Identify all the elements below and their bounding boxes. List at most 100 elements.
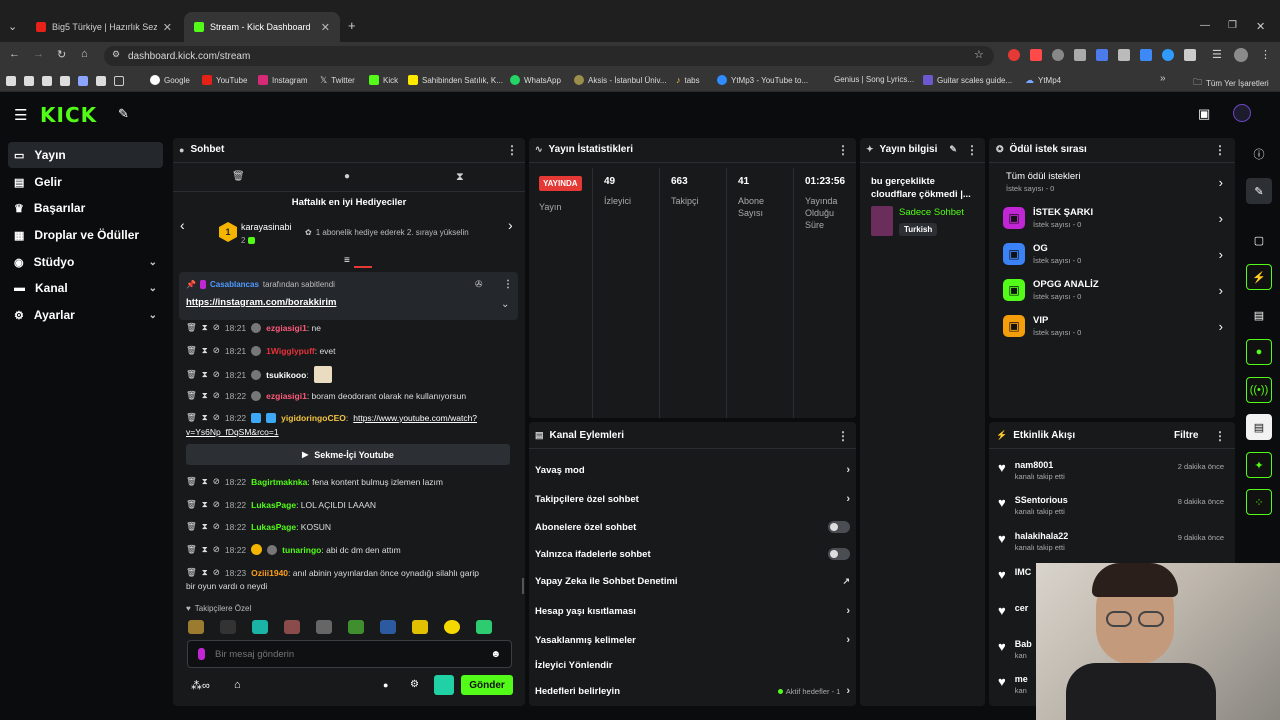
bookmark-kick[interactable]: Kick — [369, 75, 398, 85]
message-user[interactable]: 1Wigglypuff — [266, 346, 315, 356]
emote[interactable] — [220, 620, 236, 634]
bookmark-tabs[interactable]: ♪ tabs — [676, 75, 700, 85]
filter-button[interactable]: Filtre — [1174, 430, 1198, 441]
filter-icon[interactable]: ≡ — [344, 255, 350, 266]
bookmark-ytmp3[interactable]: YtMp3 - YouTube to... — [717, 75, 808, 85]
sidepanel-icon[interactable]: ☰ — [1212, 48, 1222, 61]
bookmark-icon[interactable] — [42, 76, 52, 86]
window-close-icon[interactable]: ✕ — [1256, 20, 1265, 33]
chevron-down-icon[interactable]: ⌄ — [501, 299, 509, 310]
trash-icon[interactable]: 🗑 — [186, 369, 197, 380]
studio-icon[interactable]: ▣ — [1198, 106, 1210, 122]
bookmark-google[interactable]: Google — [150, 75, 190, 85]
send-button[interactable]: Gönder — [461, 675, 513, 695]
ban-icon[interactable]: ⊘ — [213, 412, 220, 423]
bookmark-instagram[interactable]: Instagram — [258, 75, 308, 85]
emote[interactable] — [188, 620, 204, 634]
chat-icon[interactable]: ● — [344, 171, 350, 182]
extensions-puzzle-icon[interactable] — [1184, 49, 1196, 61]
ban-icon[interactable]: ⊘ — [213, 390, 220, 401]
extension-icon[interactable] — [1030, 49, 1042, 61]
action-goals[interactable]: Hedefleri belirleyin Aktif hedefler - 1 › — [535, 685, 850, 697]
pin-icon[interactable]: ✇ — [475, 279, 483, 290]
pinned-by-user[interactable]: Casablancas — [210, 280, 259, 289]
kick-logo[interactable]: KICK — [40, 103, 97, 127]
ban-icon[interactable]: ⊘ — [213, 345, 220, 356]
extension-icon[interactable] — [1008, 49, 1020, 61]
message-user[interactable]: yigidoringoCEO — [281, 413, 346, 423]
event-user[interactable]: Bab — [1015, 639, 1032, 649]
all-bookmarks[interactable]: 🗀 Tüm Yer İşaretleri — [1193, 75, 1269, 91]
emote[interactable] — [284, 620, 300, 634]
trash-icon[interactable]: 🗑 — [186, 322, 197, 333]
ban-icon[interactable]: ⊘ — [213, 544, 220, 555]
action-banned-words[interactable]: Yasaklanmış kelimeler › — [535, 634, 850, 646]
pinned-link[interactable]: https://instagram.com/borakkirim — [186, 297, 336, 308]
sidebar-item-basarilar[interactable]: ♛ Başarılar — [8, 195, 163, 221]
grid-widget-icon[interactable]: ⁘ — [1246, 489, 1272, 515]
broadcast-widget-icon[interactable]: ((•)) — [1246, 377, 1272, 403]
bookmark-icon[interactable] — [78, 76, 88, 86]
ban-icon[interactable]: ⊘ — [213, 499, 220, 510]
message-user[interactable]: LukasPage — [251, 522, 296, 532]
action-host-viewers[interactable]: İzleyici Yönlendir — [535, 660, 850, 671]
site-info-icon[interactable]: ⚙ — [112, 49, 120, 60]
message-user[interactable]: ezgiasigi1 — [266, 323, 307, 333]
chat-message-field[interactable] — [215, 648, 481, 660]
message-link-cont[interactable]: v=Ys6Np_fDqSM&rco=1 — [186, 427, 279, 437]
close-tab-icon[interactable]: ✕ — [163, 21, 172, 34]
ban-icon[interactable]: ⊘ — [213, 521, 220, 532]
bookmark-icon[interactable] — [24, 76, 34, 86]
new-tab-icon[interactable]: + — [348, 18, 356, 33]
tab-big5[interactable]: Big5 Türkiye | Hazırlık Sezonu 7 ✕ — [26, 12, 182, 42]
ban-icon[interactable]: ⊘ — [213, 567, 220, 578]
emotes-only-toggle[interactable] — [828, 548, 850, 560]
event-user[interactable]: SSentorious — [1015, 495, 1068, 505]
chevron-right-icon[interactable]: › — [508, 217, 513, 233]
screen-icon[interactable]: ▢ — [1246, 227, 1272, 253]
tab-list-icon[interactable]: ⌄ — [8, 20, 17, 33]
action-followers-only[interactable]: Takipçilere özel sohbet › — [535, 493, 850, 505]
reward-queue-menu-icon[interactable]: ⋮ — [1214, 143, 1226, 157]
chat-input[interactable]: ☻ — [187, 640, 512, 668]
trash-icon[interactable]: 🗑 — [186, 567, 197, 578]
message-user[interactable]: ezgiasigi1 — [266, 391, 307, 401]
bookmarks-overflow-icon[interactable]: » — [1160, 73, 1166, 84]
event-user[interactable]: me — [1015, 674, 1028, 684]
hourglass-icon[interactable]: ⧗ — [456, 171, 464, 184]
ban-icon[interactable]: ⊘ — [213, 322, 220, 333]
emote[interactable] — [412, 620, 428, 634]
edit-layout-icon[interactable]: ✎ — [1246, 178, 1272, 204]
home-icon[interactable]: ⌂ — [81, 48, 88, 60]
bookmark-icon[interactable] — [96, 76, 106, 86]
bookmark-sahibinden[interactable]: Sahibinden Satılık, K... — [408, 75, 503, 85]
sidebar-item-ayarlar[interactable]: ⚙ Ayarlar ⌄ — [8, 302, 163, 328]
points-icon[interactable]: ⁂∞ — [191, 679, 210, 692]
event-user[interactable]: nam8001 — [1015, 460, 1065, 470]
category-name[interactable]: Sadece Sohbet — [899, 207, 964, 218]
emote[interactable] — [444, 620, 460, 634]
emote[interactable] — [252, 620, 268, 634]
ban-icon[interactable]: ⊘ — [213, 476, 220, 487]
forward-icon[interactable]: → — [33, 48, 44, 60]
pin-tool-icon[interactable]: ✎ — [118, 106, 129, 122]
reward-item[interactable]: ▣ İSTEK ŞARKI İstek sayısı - 0 › — [1003, 207, 1223, 229]
timeout-icon[interactable]: ⧗ — [202, 544, 208, 555]
timeout-icon[interactable]: ⧗ — [202, 521, 208, 532]
timeout-icon[interactable]: ⧗ — [202, 412, 208, 423]
timeout-icon[interactable]: ⧗ — [202, 322, 208, 333]
back-icon[interactable]: ← — [9, 48, 20, 60]
emote[interactable] — [380, 620, 396, 634]
menu-hamburger-icon[interactable]: ☰ — [14, 106, 27, 124]
trash-icon[interactable]: 🗑 — [186, 345, 197, 356]
all-reward-requests[interactable]: Tüm ödül istekleri İstek sayısı - 0 › — [1003, 171, 1223, 193]
bookmark-guitar[interactable]: Guitar scales guide... — [923, 75, 1012, 85]
bookmark-youtube[interactable]: YouTube — [202, 75, 247, 85]
maximize-icon[interactable]: ❐ — [1228, 20, 1237, 31]
emote[interactable] — [476, 620, 492, 634]
timeout-icon[interactable]: ⧗ — [202, 499, 208, 510]
edit-icon[interactable]: ✎ — [949, 144, 957, 155]
extension-icon[interactable] — [1074, 49, 1086, 61]
message-user[interactable]: tunaringo — [282, 545, 321, 555]
store-icon[interactable]: ⌂ — [234, 679, 241, 691]
